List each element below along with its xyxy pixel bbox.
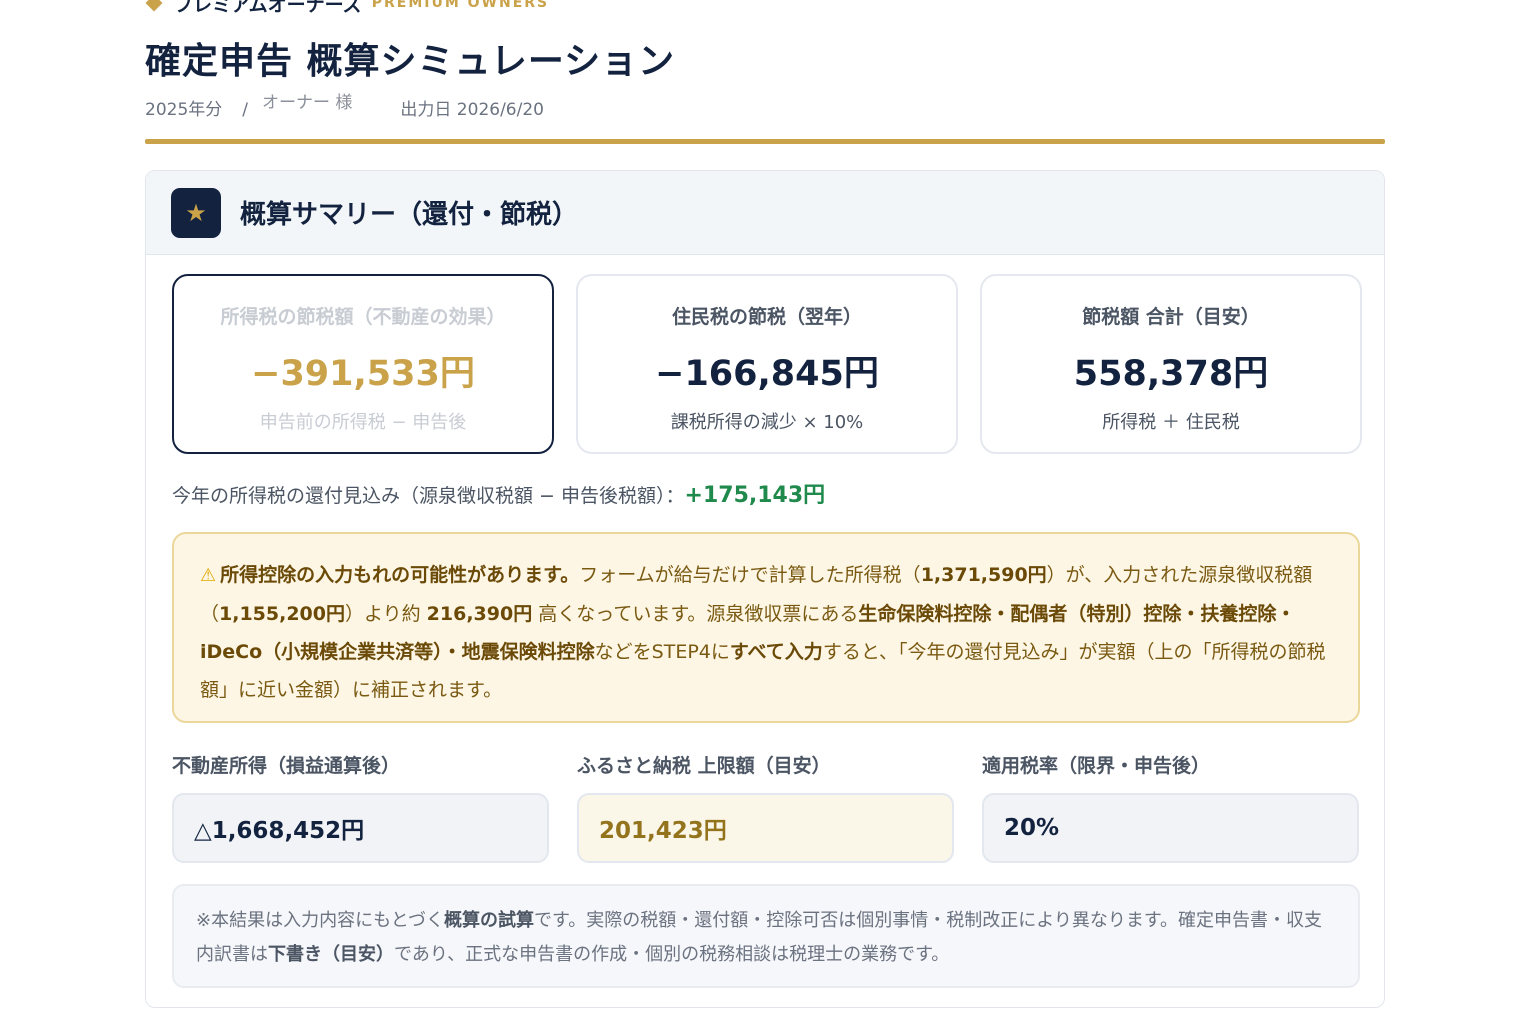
warning-amount: 1,371,590円 [920,564,1047,586]
tax-year: 2025年分 [145,100,223,120]
card-income-tax-saving[interactable]: 所得税の節税額（不動産の効果） −391,533円 申告前の所得税 − 申告後 [172,274,554,454]
refund-value: +175,143円 [684,483,826,508]
card-value: −166,845円 [655,354,879,394]
card-value: 558,378円 [1073,354,1269,394]
brand-name-jp: プレミアムオーナーズ [174,0,362,16]
card-label: 所得税の節税額（不動産の効果） [220,306,506,328]
warning-amount: 216,390円 [426,603,533,625]
summary-panel-header: ★ 概算サマリー（還付・節税） [146,171,1384,255]
card-resident-tax-saving[interactable]: 住民税の節税（翌年） −166,845円 課税所得の減少 × 10% [576,274,958,454]
card-total-saving[interactable]: 節税額 合計（目安） 558,378円 所得税 ＋ 住民税 [980,274,1362,454]
note-emphasis: 下書き（目安） [268,944,394,965]
warning-text: ）より約 [345,603,421,625]
warning-text: などをSTEP4に [594,641,730,663]
diamond-icon [145,0,163,12]
note-text: であり、正式な申告書の作成・個別の税務相談は税理士の業務です。 [394,944,950,965]
field-real-estate-income: 不動産所得（損益通算後） △1,668,452円 [172,751,549,863]
warning-emphasis: すべて入力 [729,641,823,663]
refund-label: 今年の所得税の還付見込み（源泉徴収税額 − 申告後税額）： [172,485,685,507]
result-fields: 不動産所得（損益通算後） △1,668,452円 ふるさと納税 上限額（目安） … [172,751,1359,863]
summary-panel: ★ 概算サマリー（還付・節税） 所得税の節税額（不動産の効果） −391,533… [145,170,1385,1008]
warning-icon: ⚠ [200,565,217,586]
output-date: 出力日 2026/6/20 [400,100,544,120]
field-tax-rate: 適用税率（限界・申告後） 20% [982,751,1359,863]
note-text: ※本結果は入力内容にもとづく [196,910,445,931]
field-value: 20% [982,793,1359,863]
note-emphasis: 概算の試算 [444,910,535,931]
card-label: 住民税の節税（翌年） [671,306,862,328]
brand: プレミアムオーナーズ PREMIUM OWNERS [145,0,550,16]
deduction-warning: ⚠ 所得控除の入力もれの可能性があります。フォームが給与だけで計算した所得税（1,… [172,532,1360,723]
card-label: 節税額 合計（目安） [1082,306,1260,328]
field-value: 201,423円 [577,793,954,863]
field-value: △1,668,452円 [172,793,549,863]
owner-name: オーナー 様 [262,93,353,113]
card-value: −391,533円 [251,354,475,394]
brand-name-en: PREMIUM OWNERS [371,0,550,11]
field-label: 適用税率（限界・申告後） [982,755,1211,777]
summary-title: 概算サマリー（還付・節税） [240,200,579,230]
field-label: ふるさと納税 上限額（目安） [577,755,831,777]
header-divider [145,139,1385,144]
disclaimer-note: ※本結果は入力内容にもとづく概算の試算です。実際の税額・還付額・控除可否は個別事… [172,884,1360,988]
warning-text: 高くなっています。源泉徴収票にある [538,603,859,625]
meta-separator: / [242,100,248,120]
page-meta: 2025年分 / オーナー 様 出力日 2026/6/20 [145,93,544,120]
summary-cards: 所得税の節税額（不動産の効果） −391,533円 申告前の所得税 − 申告後 … [172,274,1362,454]
warning-text: フォームが給与だけで計算した所得税（ [579,564,921,586]
card-sub: 課税所得の減少 × 10% [670,412,864,433]
field-furusato-limit: ふるさと納税 上限額（目安） 201,423円 [577,751,954,863]
star-icon: ★ [171,187,221,238]
refund-estimate: 今年の所得税の還付見込み（源泉徴収税額 − 申告後税額）：+175,143円 [172,477,825,509]
warning-headline: 所得控除の入力もれの可能性があります。 [220,564,580,586]
field-label: 不動産所得（損益通算後） [172,755,401,777]
card-sub: 所得税 ＋ 住民税 [1102,412,1240,433]
card-sub: 申告前の所得税 − 申告後 [259,412,467,433]
page-title: 確定申告 概算シミュレーション [145,41,676,82]
warning-amount: 1,155,200円 [219,603,345,625]
